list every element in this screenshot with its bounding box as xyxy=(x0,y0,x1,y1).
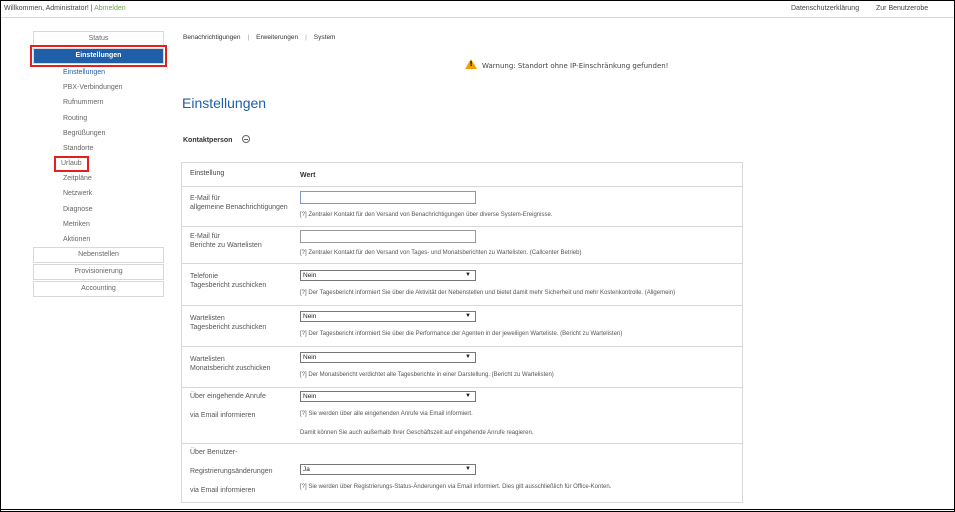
sidebar-sub-diagnose[interactable]: Diagnose xyxy=(33,202,164,217)
sidebar-sub-aktionen[interactable]: Aktionen xyxy=(33,232,164,247)
sidebar-item-status[interactable]: Status xyxy=(33,31,164,47)
tab-separator: | xyxy=(247,34,250,41)
table-header: Einstellung Wert xyxy=(182,163,742,187)
sidebar-sub-begruessungen[interactable]: Begrüßungen xyxy=(33,126,164,141)
sidebar-sub-urlaub[interactable]: Urlaub xyxy=(54,156,89,173)
chevron-down-icon: ▼ xyxy=(465,313,471,319)
tab-erweiterungen[interactable]: Erweiterungen xyxy=(256,34,298,41)
label-line: Monatsbericht zuschicken xyxy=(190,365,271,372)
registration-changes-select[interactable]: Ja ▼ xyxy=(300,464,476,475)
chevron-down-icon: ▼ xyxy=(465,466,471,472)
row-label: Wartelisten Monatsbericht zuschicken xyxy=(190,355,271,373)
help-text: [?] Der Tagesbericht informiert Sie über… xyxy=(300,331,623,337)
settings-table: Einstellung Wert E-Mail für allgemeine Be… xyxy=(181,162,743,503)
header-value: Wert xyxy=(300,172,316,179)
sidebar-item-accounting[interactable]: Accounting xyxy=(33,281,164,298)
tab-separator: | xyxy=(305,34,307,41)
warning-text: Warnung: Standort ohne IP-Einschränkung … xyxy=(482,62,669,70)
row-label: Wartelisten Tagesbericht zuschicken xyxy=(190,314,266,332)
label-line: Berichte zu Wartelisten xyxy=(190,242,262,249)
header-setting: Einstellung xyxy=(190,170,225,177)
label-line: E-Mail für xyxy=(190,195,220,202)
help-text-2: Damit können Sie auch außerhalb Ihrer Ge… xyxy=(300,430,534,436)
table-row: Wartelisten Monatsbericht zuschicken Nein… xyxy=(182,347,742,388)
row-label-line-2: Registrierungsänderungen xyxy=(190,468,273,475)
sidebar-sub-pbx-verbindungen[interactable]: PBX-Verbindungen xyxy=(33,80,164,95)
row-label-line-1: Über eingehende Anrufe xyxy=(190,393,266,400)
label-line: allgemeine Benachrichtigungen xyxy=(190,204,288,211)
table-row: Über eingehende Anrufe via Email informi… xyxy=(182,388,742,444)
chevron-down-icon: ▼ xyxy=(465,272,471,278)
section-title: Kontaktperson xyxy=(183,137,233,144)
label-line: Wartelisten xyxy=(190,315,225,322)
help-text: [?] Sie werden über Registrierungs-Statu… xyxy=(300,484,612,490)
sidebar-item-provisionierung[interactable]: Provisionierung xyxy=(33,264,164,281)
table-row: Über Benutzer- Registrierungsänderungen … xyxy=(182,444,742,502)
logout-link[interactable]: Abmelden xyxy=(94,5,126,12)
section-header: Kontaktperson xyxy=(183,135,251,144)
queue-daily-select[interactable]: Nein ▼ xyxy=(300,311,476,322)
select-value: Nein xyxy=(303,313,317,320)
row-label-line-2: via Email informieren xyxy=(190,412,256,419)
collapse-toggle-icon[interactable] xyxy=(242,135,251,143)
sidebar: Status Einstellungen Einstellungen PBX-V… xyxy=(30,31,167,298)
bottom-border xyxy=(0,509,955,510)
table-row: Telefonie Tagesbericht zuschicken Nein ▼ [… xyxy=(182,264,742,306)
queue-monthly-select[interactable]: Nein ▼ xyxy=(300,352,476,363)
label-line: Telefonie xyxy=(190,273,219,280)
help-text: [?] Zentraler Kontakt für den Versand vo… xyxy=(300,212,553,218)
label-line: Wartelisten xyxy=(190,356,225,363)
chevron-down-icon: ▼ xyxy=(465,354,471,360)
page-title: Einstellungen xyxy=(182,95,267,111)
select-value: Ja xyxy=(303,466,310,473)
sidebar-item-einstellungen[interactable]: Einstellungen xyxy=(30,45,167,67)
table-row: E-Mail für Berichte zu Wartelisten [?] Ze… xyxy=(182,227,742,264)
sidebar-sub-routing[interactable]: Routing xyxy=(33,111,164,126)
email-general-field[interactable] xyxy=(300,191,476,204)
table-row: Wartelisten Tagesbericht zuschicken Nein ▼… xyxy=(182,306,742,347)
warning-triangle-icon xyxy=(465,59,477,69)
sidebar-sub-metriken[interactable]: Metriken xyxy=(33,217,164,232)
tab-bar: Benachrichtigungen | Erweiterungen | System xyxy=(183,34,335,41)
select-value: Nein xyxy=(303,393,317,400)
sidebar-sub-einstellungen[interactable]: Einstellungen xyxy=(33,65,164,80)
tab-system[interactable]: System xyxy=(314,34,336,41)
row-label-line-3: via Email informieren xyxy=(190,487,256,494)
sidebar-sub-netzwerk[interactable]: Netzwerk xyxy=(33,186,164,201)
help-text: [?] Sie werden über alle eingehenden Anr… xyxy=(300,411,473,417)
sidebar-sub-rufnummern[interactable]: Rufnummern xyxy=(33,95,164,110)
welcome-text: Willkommen, Administrator! xyxy=(4,5,89,12)
tab-benachrichtigungen[interactable]: Benachrichtigungen xyxy=(183,34,240,41)
top-bar: Willkommen, Administrator! | Abmelden Da… xyxy=(1,1,954,18)
label-line: Tagesbericht zuschicken xyxy=(190,324,267,331)
row-label: Telefonie Tagesbericht zuschicken xyxy=(190,272,266,290)
help-text: [?] Zentraler Kontakt für den Versand vo… xyxy=(300,250,582,256)
chevron-down-icon: ▼ xyxy=(465,393,471,399)
help-text: [?] Der Monatsbericht verdichtet alle Ta… xyxy=(300,372,554,378)
select-value: Nein xyxy=(303,272,317,279)
sidebar-sub-standorte[interactable]: Standorte xyxy=(33,141,164,156)
select-value: Nein xyxy=(303,354,317,361)
privacy-link[interactable]: Datenschutzerklärung xyxy=(791,5,859,12)
label-line: Tagesbericht zuschicken xyxy=(190,282,267,289)
help-text: [?] Der Tagesbericht informiert Sie über… xyxy=(300,290,676,296)
table-row: E-Mail für allgemeine Benachrichtigungen … xyxy=(182,187,742,227)
warning-message: Warnung: Standort ohne IP-Einschränkung … xyxy=(465,59,669,70)
label-line: E-Mail für xyxy=(190,233,220,240)
welcome-area: Willkommen, Administrator! | Abmelden xyxy=(4,5,126,12)
row-label-line-1: Über Benutzer- xyxy=(190,449,238,456)
incoming-calls-select[interactable]: Nein ▼ xyxy=(300,391,476,402)
sidebar-sub-zeitplaene[interactable]: Zeitpläne xyxy=(33,171,164,186)
row-label: E-Mail für Berichte zu Wartelisten xyxy=(190,232,262,250)
user-area-link[interactable]: Zur Benutzerobe xyxy=(876,5,928,12)
telefonie-daily-select[interactable]: Nein ▼ xyxy=(300,270,476,281)
email-reports-field[interactable] xyxy=(300,230,476,243)
row-label: E-Mail für allgemeine Benachrichtigungen xyxy=(190,194,288,212)
sidebar-item-nebenstellen[interactable]: Nebenstellen xyxy=(33,247,164,264)
